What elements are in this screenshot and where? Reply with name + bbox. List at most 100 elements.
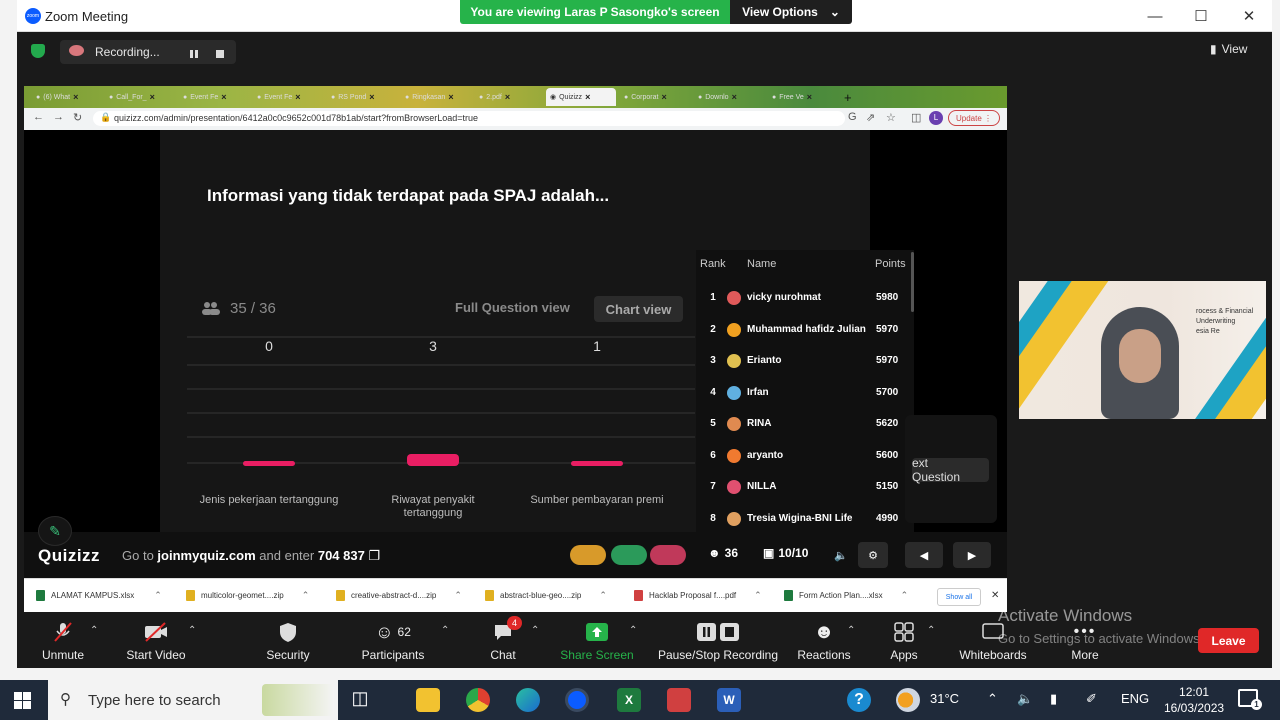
edge-icon[interactable] <box>516 688 540 712</box>
forward-icon[interactable]: → <box>53 111 64 123</box>
next-button[interactable]: ▶ <box>953 542 991 568</box>
reload-icon[interactable]: ↻ <box>73 111 82 124</box>
browser-tab[interactable]: ● 2.pdf × <box>475 88 543 106</box>
windows-start-icon[interactable] <box>14 692 31 709</box>
volume-icon[interactable]: 🔈 <box>826 542 856 568</box>
pause-recording-icon[interactable] <box>189 46 199 58</box>
tab-close-icon[interactable]: × <box>295 92 300 102</box>
tab-close-icon[interactable]: × <box>807 92 812 102</box>
download-item[interactable]: Form Action Plan....xlsx ⌃ <box>784 590 908 601</box>
close-button[interactable]: ✕ <box>1226 0 1272 32</box>
tab-close-icon[interactable]: × <box>585 92 590 102</box>
download-item[interactable]: abstract-blue-geo....zip ⌃ <box>485 590 607 601</box>
tab-close-icon[interactable]: × <box>732 92 737 102</box>
download-item[interactable]: ALAMAT KAMPUS.xlsx ⌃ <box>36 590 162 601</box>
show-all-button[interactable]: Show all <box>937 588 981 606</box>
tab-close-icon[interactable]: × <box>661 92 666 102</box>
apps-chevron-icon[interactable]: ⌃ <box>927 625 935 636</box>
browser-tab[interactable]: ● Free Ve × <box>768 88 836 106</box>
pen-icon[interactable]: ✎ <box>38 516 72 546</box>
browser-tab[interactable]: ● Ringkasan × <box>401 88 469 106</box>
help-icon[interactable]: ? <box>847 688 871 712</box>
music-button[interactable] <box>650 545 686 565</box>
language-indicator[interactable]: ENG <box>1121 691 1149 706</box>
leave-button[interactable]: Leave <box>1198 628 1259 653</box>
browser-tab[interactable]: ● Event Fe × <box>253 88 321 106</box>
pen-tray-icon[interactable]: ✐ <box>1086 691 1097 707</box>
update-button[interactable]: Update ⋮ <box>948 110 1000 126</box>
browser-tab[interactable]: ● Downlo × <box>694 88 762 106</box>
chevron-up-icon[interactable]: ⌃ <box>754 590 762 601</box>
clock[interactable]: 12:01 16/03/2023 <box>1164 684 1224 716</box>
tab-close-icon[interactable]: × <box>448 92 453 102</box>
download-item[interactable]: creative-abstract-d....zip ⌃ <box>336 590 462 601</box>
pause-stop-recording-button[interactable]: Pause/Stop Recording <box>651 620 785 662</box>
participants-counter[interactable]: ☻ 36 <box>708 546 738 560</box>
tab-close-icon[interactable]: × <box>505 92 510 102</box>
word-icon[interactable]: W <box>717 688 741 712</box>
previous-button[interactable]: ◀ <box>905 542 943 568</box>
download-item[interactable]: Hacklab Proposal f....pdf ⌃ <box>634 590 762 601</box>
google-icon[interactable]: G <box>848 111 857 123</box>
view-button[interactable]: ▮ View <box>1210 42 1247 56</box>
close-downloads-icon[interactable]: ✕ <box>991 590 999 601</box>
chevron-up-icon[interactable]: ⌃ <box>599 590 607 601</box>
volume-tray-icon[interactable]: 🔈 <box>1017 691 1033 707</box>
browser-tab[interactable]: ● (6) What × <box>32 88 100 106</box>
sidebar-icon[interactable]: ◫ <box>911 111 921 124</box>
raise-hand-button[interactable] <box>570 545 606 565</box>
chevron-up-icon[interactable]: ⌃ <box>901 590 909 601</box>
chrome-icon[interactable] <box>466 688 490 712</box>
screen-button[interactable] <box>611 545 647 565</box>
answer-count-label: 3 <box>429 338 437 354</box>
full-question-view-button[interactable]: Full Question view <box>455 300 570 315</box>
question-progress[interactable]: ▣ 10/10 <box>763 546 808 560</box>
browser-tab[interactable]: ● Call_For_ × <box>105 88 173 106</box>
participants-chevron-icon[interactable]: ⌃ <box>441 625 449 636</box>
view-options-button[interactable]: View Options ⌄ <box>730 0 852 24</box>
chevron-up-icon[interactable]: ⌃ <box>154 590 162 601</box>
battery-icon[interactable]: ▮ <box>1050 691 1057 707</box>
chat-chevron-icon[interactable]: ⌃ <box>531 625 539 636</box>
chart-view-button[interactable]: Chart view <box>594 296 683 322</box>
tab-close-icon[interactable]: × <box>73 92 78 102</box>
tab-close-icon[interactable]: × <box>221 92 226 102</box>
star-icon[interactable]: ☆ <box>886 111 896 124</box>
new-tab-icon[interactable]: + <box>840 88 856 106</box>
minimize-button[interactable]: — <box>1132 0 1178 32</box>
tab-close-icon[interactable]: × <box>369 92 374 102</box>
security-button[interactable]: Security <box>238 620 338 662</box>
file-explorer-icon[interactable] <box>416 688 440 712</box>
taskbar-search-box[interactable]: ⚲ Type here to search <box>48 680 338 720</box>
copy-icon[interactable]: ❐ <box>368 548 380 563</box>
tab-close-icon[interactable]: × <box>150 92 155 102</box>
chevron-up-icon[interactable]: ⌃ <box>302 590 310 601</box>
stop-recording-icon[interactable] <box>215 46 225 58</box>
app-icon[interactable] <box>667 688 691 712</box>
task-view-icon[interactable]: ◫ <box>348 688 372 712</box>
weather-icon[interactable] <box>896 688 920 712</box>
excel-icon[interactable]: X <box>617 688 641 712</box>
maximize-button[interactable]: ☐ <box>1178 0 1224 32</box>
profile-avatar[interactable]: L <box>929 111 943 125</box>
browser-tab[interactable]: ● RS Pond × <box>327 88 395 106</box>
chevron-up-icon[interactable]: ⌃ <box>454 590 462 601</box>
temperature[interactable]: 31°C <box>930 691 959 706</box>
participants-button[interactable]: ☺ 62 Participants <box>343 620 443 663</box>
participant-video[interactable]: rocess & Financial Underwriting esia Re <box>1019 281 1266 419</box>
browser-tab[interactable]: ● Corporat × <box>620 88 688 106</box>
video-options-chevron-icon[interactable]: ⌃ <box>188 625 196 636</box>
share-chevron-icon[interactable]: ⌃ <box>629 625 637 636</box>
back-icon[interactable]: ← <box>33 111 44 123</box>
next-question-button[interactable]: ext Question <box>912 456 989 484</box>
browser-tab[interactable]: ● Event Fe × <box>179 88 247 106</box>
browser-tab-active[interactable]: ◉ Quizizz × <box>546 88 616 106</box>
apps-button[interactable]: Apps <box>854 620 954 662</box>
zoom-app-icon[interactable] <box>565 688 589 712</box>
settings-gear-icon[interactable]: ⚙ <box>858 542 888 568</box>
download-item[interactable]: multicolor-geomet....zip ⌃ <box>186 590 309 601</box>
leaderboard-scrollbar[interactable] <box>911 252 914 312</box>
share-icon[interactable]: ⇗ <box>866 111 875 124</box>
tray-expand-icon[interactable]: ⌃ <box>987 691 998 707</box>
audio-options-chevron-icon[interactable]: ⌃ <box>90 625 98 636</box>
